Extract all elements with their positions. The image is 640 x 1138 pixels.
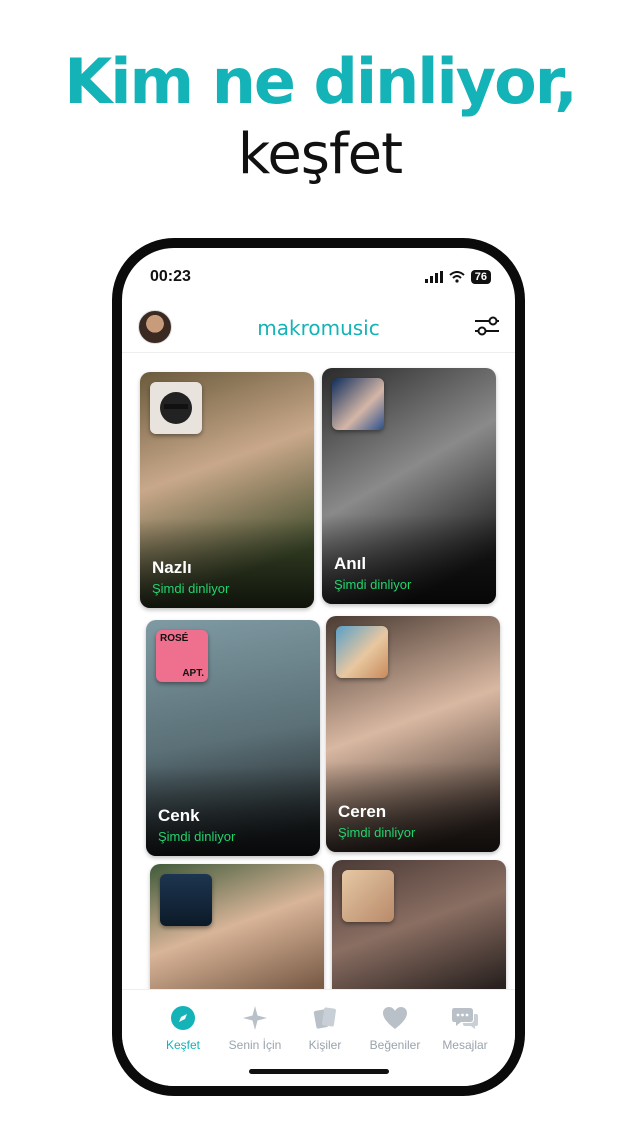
subheadline: keşfet — [237, 122, 403, 187]
user-card[interactable]: Anıl Şimdi dinliyor — [322, 368, 496, 604]
tab-label: Mesajlar — [442, 1038, 488, 1052]
card-username: Anıl — [334, 554, 367, 573]
tab-label: Kişiler — [308, 1038, 342, 1052]
tab-kesfet[interactable]: Keşfet — [146, 1004, 220, 1052]
tab-label: Keşfet — [165, 1038, 201, 1052]
tab-label: Beğeniler — [369, 1038, 421, 1052]
user-card[interactable] — [150, 864, 324, 1004]
listening-status: Şimdi dinliyor — [152, 581, 230, 596]
status-icons: 76 — [424, 270, 491, 284]
album-cover — [342, 870, 394, 922]
app-header: makromusic — [122, 304, 515, 353]
battery-indicator: 76 — [470, 270, 491, 284]
status-time: 00:23 — [150, 268, 191, 285]
tab-label: Senin İçin — [228, 1038, 282, 1052]
filter-icon[interactable] — [473, 314, 501, 338]
album-cover-title: ROSÉ — [160, 633, 189, 644]
album-cover — [336, 626, 388, 678]
tab-mesajlar[interactable]: Mesajlar — [428, 1004, 502, 1052]
heart-icon — [383, 1007, 407, 1029]
album-cover-art — [160, 392, 192, 424]
album-cover — [160, 874, 212, 926]
wifi-icon — [449, 271, 465, 283]
signal-icon — [424, 271, 443, 283]
tab-kisiler[interactable]: Kişiler — [288, 1004, 362, 1052]
album-cover-subtitle: APT. — [182, 668, 204, 679]
compass-icon — [171, 1006, 195, 1030]
app-logo: makromusic — [257, 316, 380, 340]
listening-status: Şimdi dinliyor — [334, 577, 412, 592]
user-card[interactable]: Nazlı Şimdi dinliyor — [140, 372, 314, 608]
home-indicator — [248, 1069, 389, 1074]
user-card[interactable]: ROSÉ APT. Cenk Şimdi dinliyor — [146, 620, 320, 856]
user-card[interactable] — [332, 860, 506, 1004]
album-cover — [150, 382, 202, 434]
chat-icon — [452, 1008, 478, 1029]
tab-begeniler[interactable]: Beğeniler — [358, 1004, 432, 1052]
app-screen: 00:23 76 makromusic Nazlı Şimdi dinliyor… — [122, 248, 515, 1086]
user-card[interactable]: Ceren Şimdi dinliyor — [326, 616, 500, 852]
listening-status: Şimdi dinliyor — [338, 825, 416, 840]
card-username: Cenk — [158, 806, 200, 825]
status-bar: 00:23 76 — [122, 268, 515, 292]
listening-status: Şimdi dinliyor — [158, 829, 236, 844]
card-username: Nazlı — [152, 558, 192, 577]
people-cards-icon — [313, 1007, 336, 1029]
card-username: Ceren — [338, 802, 387, 821]
album-cover: ROSÉ APT. — [156, 630, 208, 682]
sparkle-icon — [243, 1006, 267, 1030]
phone-frame: 00:23 76 makromusic Nazlı Şimdi dinliyor… — [112, 238, 525, 1096]
tab-senin-icin[interactable]: Senin İçin — [218, 1004, 292, 1052]
album-cover — [332, 378, 384, 430]
headline: Kim ne dinliyor, — [64, 45, 578, 118]
bottom-tab-bar: Keşfet Senin İçin Kişiler Beğeniler Mesa… — [122, 989, 515, 1086]
